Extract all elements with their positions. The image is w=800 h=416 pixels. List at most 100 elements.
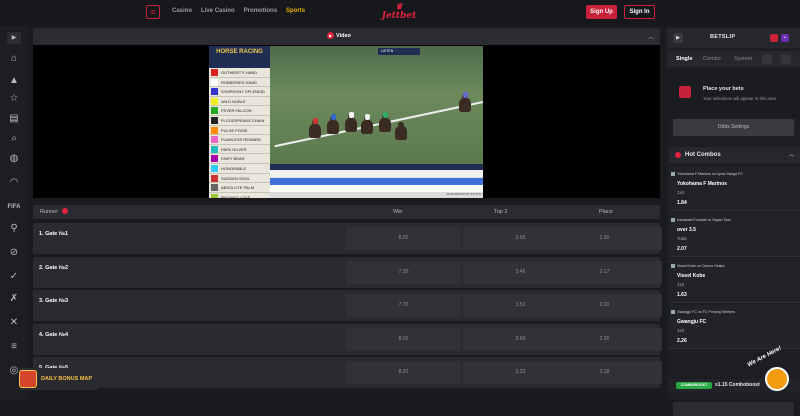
stream-runner-name: PAPA OLIVER [221,146,247,152]
nav-promotions[interactable]: Promotions [244,8,277,14]
list-icon[interactable] [781,54,791,64]
jockey-5 [383,112,388,118]
runner-icon[interactable]: ✗ [7,292,21,306]
settings-icon[interactable] [770,34,778,42]
globe-icon[interactable]: ◍ [7,152,21,166]
daily-bonus-button[interactable]: DAILY BONUS MAP [19,368,99,390]
odds-settings-button[interactable]: Odds Settings [673,119,794,136]
tennis-icon[interactable]: ⊘ [7,246,21,260]
combo-pick: Yokohama F Marinos [677,181,727,187]
stream-runner: SUDDEN SOUL [209,174,270,184]
combo-card[interactable]: Vissel Kobe vs Cerezo Osaka Vissel Kobe 1x… [669,259,800,303]
runner-live-icon [62,208,68,214]
odd-place-button[interactable]: 2.30 [547,227,662,250]
video-player[interactable]: HORSE RACING GUTWERT'S HAND ROBBERIES HAN… [33,45,660,198]
combo-price[interactable]: 1.63 [677,292,687,298]
stream-runner: ABSOLUTE PALM [209,183,270,193]
tab-system[interactable]: System [734,56,752,62]
favorite-star-icon[interactable]: ☆ [7,92,21,106]
stream-runner-list: HORSE RACING GUTWERT'S HAND ROBBERIES HAN… [209,46,270,198]
combo-card[interactable]: Gwangju FC vs FC Pohang Steelers Gwangju … [669,305,800,349]
odds-table-header: Runner Win Top 2 Place [33,205,660,219]
odd-place-button[interactable]: 2.17 [547,260,662,284]
odd-win-button[interactable]: 8.00 [346,327,461,351]
hockey-icon[interactable]: ✓ [7,270,21,284]
silk-icon [211,88,218,96]
combo-card[interactable]: Kawasaki Frontale vs Sagan Tosu over 3.5 T… [669,213,800,257]
silk-icon [211,164,218,172]
progress-strip [270,170,483,177]
combo-price[interactable]: 2.26 [677,338,687,344]
collapse-hot-icon[interactable]: ︿ [789,147,794,163]
video-header[interactable]: ▶ Video ︿ [33,28,660,45]
runner-name: 2. Gate №2 [39,264,69,271]
home-icon[interactable]: ⌂ [7,52,21,66]
odd-place-button[interactable]: 2.30 [547,327,662,351]
odd-place-button[interactable]: 2.20 [547,294,662,317]
odd-win-button[interactable]: 8.20 [346,361,461,384]
betslip-toggle-icon[interactable]: ▶ [673,33,683,43]
stream-runner: PULSE POISE [209,126,270,136]
search-icon[interactable]: ⌕ [7,132,21,146]
fifa-icon[interactable]: FIFA [7,200,21,214]
tab-single[interactable]: Single [676,56,693,62]
combo-match: Gwangju FC vs FC Pohang Steelers [677,310,735,314]
flag-icon [671,172,675,176]
add-icon[interactable]: + [781,34,789,42]
stream-runner-name: FAIRY BRAS [221,156,245,162]
combo-card[interactable]: Yokohama F Marinos vs Kyoto Sanga FC Yoko… [669,167,800,211]
striped-icon[interactable]: ≡ [7,340,21,354]
racket-icon[interactable]: ⚲ [7,222,21,236]
nav-live-casino[interactable]: Live Casino [201,8,235,14]
odd-win-button[interactable]: 7.30 [346,260,461,284]
combo-market: 1x2 [677,190,685,195]
sign-up-button[interactable]: Sign Up [586,5,617,19]
hot-combos-title: Hot Combos [685,152,721,158]
runner-name: 4. Gate №4 [39,331,69,338]
logo[interactable]: ♛ Jettbet [380,2,418,23]
expand-sidebar-icon[interactable]: ▶ [7,32,21,44]
horse-4 [361,116,373,134]
menu-icon[interactable]: ≡ [146,5,160,19]
combo-market: Total [677,236,687,241]
race-track-image [270,46,483,164]
chat-icon[interactable] [765,367,789,391]
combo-match: Vissel Kobe vs Cerezo Osaka [677,264,725,268]
runner-name: 1. Gate №1 [39,231,69,237]
silk-icon [211,78,218,86]
nav-casino[interactable]: Casino [172,8,192,14]
combo-boost-label: x1.15 Comboboost [715,382,760,388]
sign-in-button[interactable]: Sign In [624,5,655,19]
combo-price[interactable]: 1.84 [677,200,687,206]
nav-sports[interactable]: Sports [286,8,305,14]
add-combo-button[interactable] [673,402,794,416]
silk-icon [211,155,218,163]
stream-runner: HONORABLE [209,164,270,174]
stream-runner-name: FLOODSPEAKS CHAIN [221,117,265,123]
left-sidebar: ▶ ⌂ ▲ ☆ ▤ ⌕ ◍ ◠ FIFA ⚲ ⊘ ✓ ✗ ✕ ≡ ◎ [0,26,28,400]
silk-icon [211,136,218,144]
grid-icon[interactable] [762,54,772,64]
stream-runner-name: SYMPHONY SPLENDID [221,89,265,95]
stream-runner-name: GUTWERT'S HAND [221,70,258,75]
empty-title: Place your bets [703,86,744,92]
odd-place-button[interactable]: 2.18 [547,361,662,384]
horse-5 [379,114,391,132]
table-row: 3. Gate №3 7.70 3.52 2.20 [33,290,662,321]
stream-runner-name: RADIANT LOVE [221,194,251,198]
tab-combo[interactable]: Combo [703,56,721,62]
document-icon[interactable]: ▤ [7,112,21,126]
jockey-2 [331,114,336,120]
silk-icon [211,69,218,76]
hot-icon[interactable]: ▲ [7,74,21,88]
odd-win-button[interactable]: 7.70 [346,294,461,317]
odd-win-button[interactable]: 8.00 [346,227,461,250]
crossed-swords-icon[interactable]: ✕ [7,316,21,330]
hot-combos-header[interactable]: Hot Combos ︿ [669,147,800,163]
headset-icon[interactable]: ◠ [7,176,21,190]
betslip-title: BETSLIP [710,34,736,40]
combo-price[interactable]: 2.07 [677,246,687,252]
collapse-icon[interactable]: ︿ [648,32,654,41]
stream-runner-name: HONORABLE [221,165,247,171]
betslip-tabs: Single Combo System [667,51,800,67]
